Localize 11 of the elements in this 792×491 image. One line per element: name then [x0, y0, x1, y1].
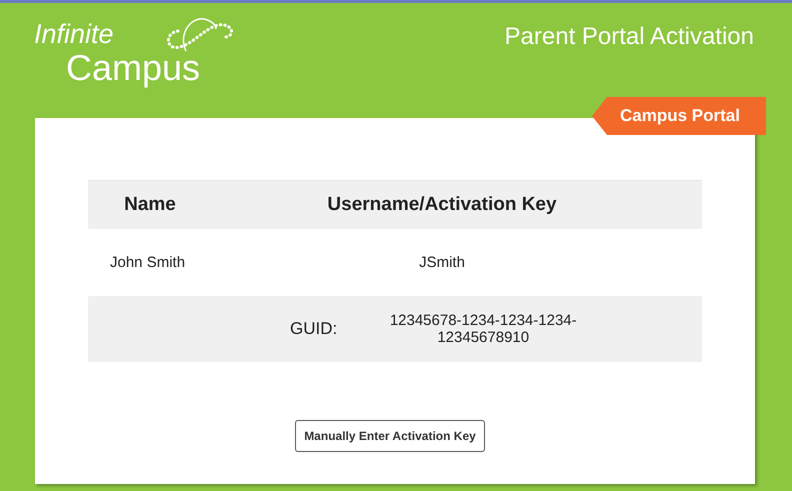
guid-label: GUID: — [290, 319, 338, 339]
logo-text: Campus — [66, 47, 200, 89]
table-cell-text: JSmith — [418, 254, 466, 271]
guid-value: 12345678-1234-1234-1234-12345678910 — [388, 312, 578, 346]
table-cell-text: John Smith — [109, 254, 186, 271]
column-header: Name — [123, 194, 177, 216]
ribbon-label: Campus Portal — [620, 106, 740, 126]
column-header: Username/Activation Key — [326, 194, 558, 216]
page-title: Parent Portal Activation — [504, 23, 754, 51]
manual-activation-button[interactable]: Manually Enter Activation Key — [295, 420, 485, 452]
logo-text: Infinite — [34, 19, 114, 50]
